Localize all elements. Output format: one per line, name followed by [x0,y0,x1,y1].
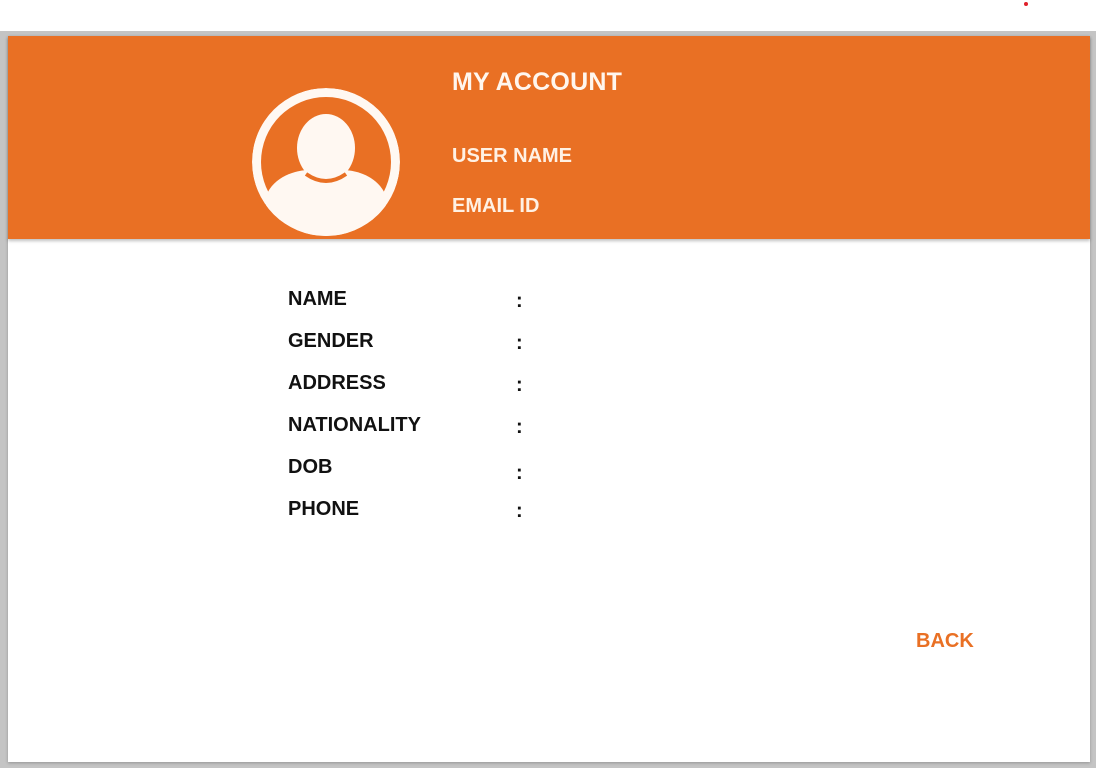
detail-separator: : [516,290,523,312]
account-header: MY ACCOUNT USER NAME EMAIL ID [8,36,1090,239]
account-card: MY ACCOUNT USER NAME EMAIL ID NAME : GEN… [8,36,1090,762]
detail-label: NAME [288,288,347,310]
detail-row-dob: DOB : [288,456,588,484]
top-strip [0,0,1096,31]
page-title: MY ACCOUNT [452,68,623,96]
detail-label: DOB [288,456,333,478]
detail-row-phone: PHONE : [288,498,588,524]
user-name-label: USER NAME [452,145,573,167]
detail-separator: : [516,462,523,484]
detail-label: ADDRESS [288,372,386,394]
detail-label: PHONE [288,498,360,520]
detail-separator: : [516,500,523,522]
detail-separator: : [516,374,523,396]
back-button[interactable]: BACK [916,630,974,653]
email-id-label: EMAIL ID [452,195,540,217]
detail-row-name: NAME : [288,288,588,314]
detail-separator: : [516,332,523,354]
screen-frame: MY ACCOUNT USER NAME EMAIL ID NAME : GEN… [0,31,1096,768]
detail-separator: : [516,416,523,438]
user-avatar-icon [252,88,400,236]
detail-row-nationality: NATIONALITY : [288,414,588,440]
indicator-dot [1024,2,1028,6]
detail-label: GENDER [288,330,374,352]
detail-row-gender: GENDER : [288,330,588,356]
detail-label: NATIONALITY [288,414,421,436]
detail-row-address: ADDRESS : [288,372,588,398]
